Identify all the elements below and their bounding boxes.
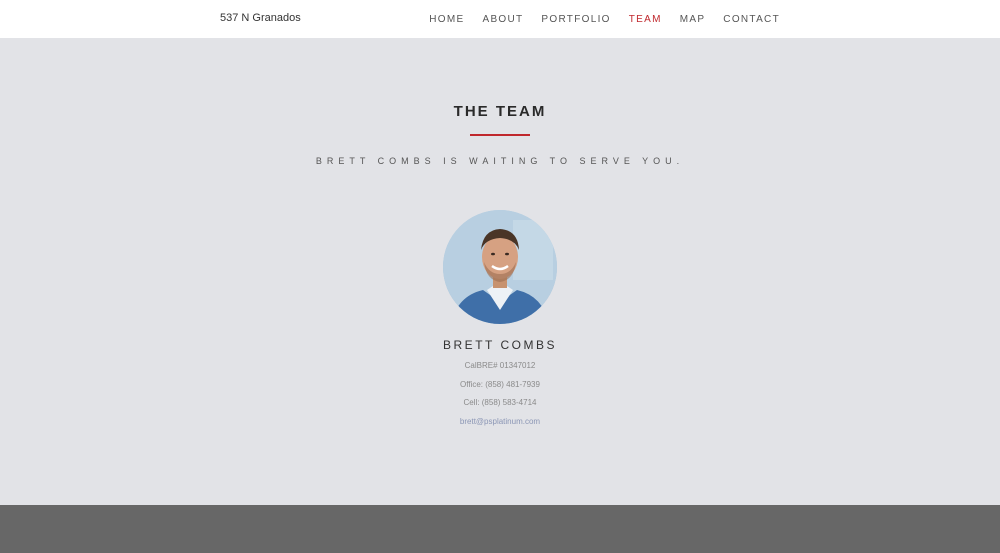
nav-about[interactable]: ABOUT xyxy=(482,14,523,25)
member-name: BRETT COMBS xyxy=(443,338,557,352)
site-brand[interactable]: 537 N Granados xyxy=(220,12,301,24)
member-avatar xyxy=(443,210,557,324)
nav-portfolio[interactable]: PORTFOLIO xyxy=(541,14,610,25)
team-section: THE TEAM BRETT COMBS IS WAITING TO SERVE… xyxy=(0,38,1000,505)
nav-team[interactable]: TEAM xyxy=(629,14,662,25)
title-divider xyxy=(470,134,530,136)
section-subtitle: BRETT COMBS IS WAITING TO SERVE YOU. xyxy=(315,156,685,166)
nav-home[interactable]: HOME xyxy=(429,14,464,25)
member-cell-phone: Cell: (858) 583-4714 xyxy=(463,398,537,407)
nav-map[interactable]: MAP xyxy=(680,14,706,25)
main-nav: HOME ABOUT PORTFOLIO TEAM MAP CONTACT xyxy=(429,14,780,25)
top-navigation-bar: 537 N Granados HOME ABOUT PORTFOLIO TEAM… xyxy=(0,0,1000,38)
section-title: THE TEAM xyxy=(453,103,547,120)
portrait-image xyxy=(443,210,557,324)
member-license: CalBRE# 01347012 xyxy=(464,361,536,370)
nav-contact[interactable]: CONTACT xyxy=(723,14,780,25)
member-email-link[interactable]: brett@psplatinum.com xyxy=(0,417,1000,426)
footer-bar xyxy=(0,505,1000,553)
member-office-phone: Office: (858) 481-7939 xyxy=(460,380,540,389)
